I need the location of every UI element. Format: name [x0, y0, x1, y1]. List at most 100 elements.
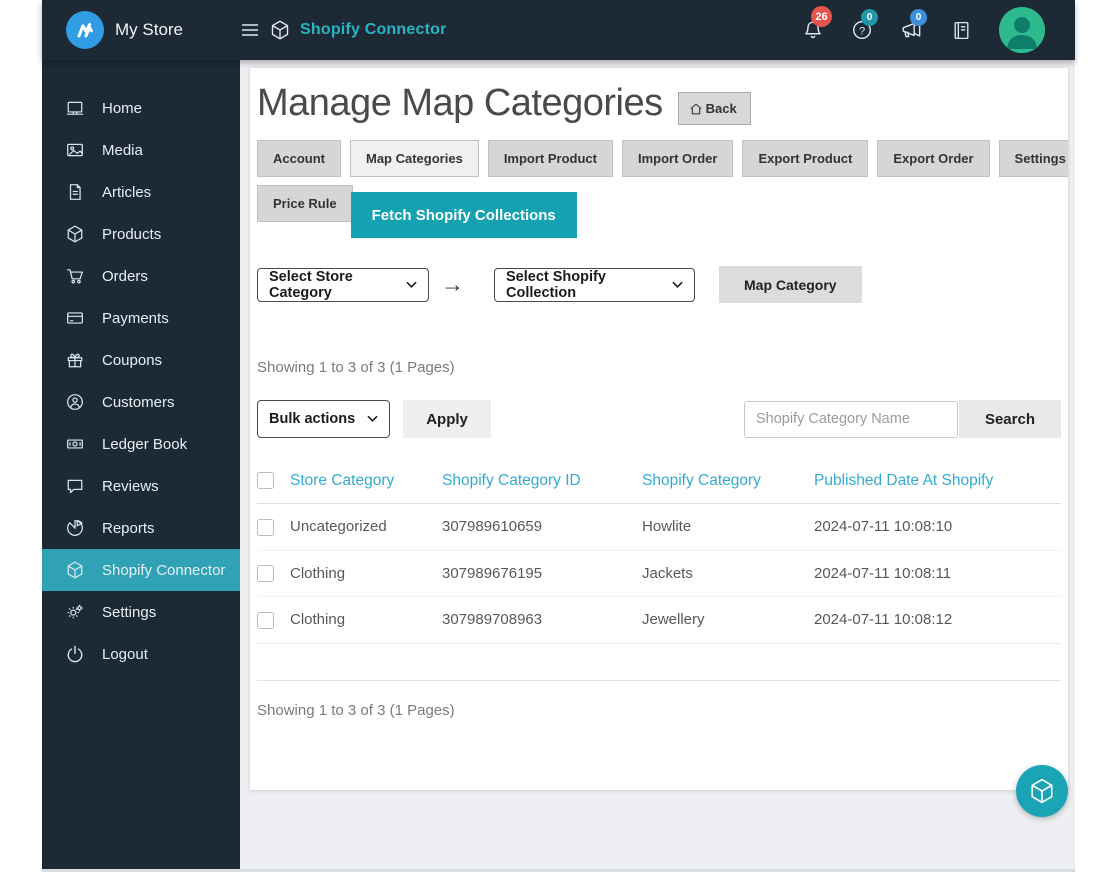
sidebar-item-reports[interactable]: Reports: [42, 507, 240, 549]
sidebar-item-customers[interactable]: Customers: [42, 381, 240, 423]
fetch-shopify-collections-button[interactable]: Fetch Shopify Collections: [350, 192, 577, 238]
cube-icon: [66, 225, 85, 243]
gift-icon: [66, 351, 85, 369]
cell-store-category: Uncategorized: [290, 503, 442, 551]
tab-export-product[interactable]: Export Product: [742, 140, 869, 177]
sidebar-item-shopify-connector[interactable]: Shopify Connector: [42, 549, 240, 591]
main-area: Manage Map Categories Back Account Map C…: [240, 60, 1075, 869]
cube-icon: [270, 20, 290, 40]
content-panel: Manage Map Categories Back Account Map C…: [250, 68, 1068, 790]
cell-shopify-category-id: 307989708963: [442, 596, 642, 644]
results-summary-top: Showing 1 to 3 of 3 (1 Pages): [257, 359, 455, 376]
search-button[interactable]: Search: [958, 400, 1061, 438]
header-actions: 26 ? 0 0: [802, 6, 1075, 53]
back-button[interactable]: Back: [677, 92, 751, 125]
select-all-checkbox[interactable]: [257, 472, 274, 490]
search-input[interactable]: [743, 400, 958, 438]
chevron-down-icon: [672, 281, 683, 289]
column-shopify-category[interactable]: Shopify Category: [642, 468, 814, 504]
apply-button[interactable]: Apply: [403, 400, 491, 438]
sidebar-item-articles[interactable]: Articles: [42, 171, 240, 213]
tab-import-order[interactable]: Import Order: [621, 140, 734, 177]
tab-bar-row-1: Account Map Categories Import Product Im…: [257, 140, 1068, 177]
row-checkbox[interactable]: [257, 565, 274, 583]
module-title: Shopify Connector: [240, 20, 447, 40]
gears-icon: [66, 603, 85, 621]
row-checkbox[interactable]: [257, 611, 274, 629]
sidebar-item-products[interactable]: Products: [42, 213, 240, 255]
column-published-date[interactable]: Published Date At Shopify: [814, 468, 1061, 504]
map-arrow-icon: →: [441, 271, 464, 297]
user-avatar[interactable]: [999, 7, 1045, 53]
results-summary-bottom: Showing 1 to 3 of 3 (1 Pages): [257, 701, 455, 719]
help-icon[interactable]: ? 0: [851, 9, 878, 41]
cube-icon: [1031, 778, 1053, 804]
tab-export-order[interactable]: Export Order: [877, 140, 990, 177]
svg-text:?: ?: [859, 25, 865, 37]
sidebar-item-settings[interactable]: Settings: [42, 591, 240, 633]
table-row: Clothing 307989676195 Jackets 2024-07-11…: [257, 550, 1061, 598]
media-icon: [66, 141, 85, 159]
store-category-select[interactable]: Select Store Category: [257, 267, 429, 302]
user-icon: [66, 393, 85, 411]
cart-icon: [66, 267, 85, 285]
sidebar-item-ledger-book[interactable]: Ledger Book: [42, 423, 240, 465]
cell-shopify-category: Jackets: [642, 550, 814, 598]
back-button-label: Back: [705, 101, 737, 116]
power-icon: [66, 645, 85, 663]
module-title-text: Shopify Connector: [300, 21, 447, 38]
sidebar-item-label: Settings: [102, 603, 157, 621]
sidebar-item-home[interactable]: Home: [42, 87, 240, 129]
cell-store-category: Clothing: [290, 596, 442, 644]
chevron-down-icon: [406, 281, 417, 289]
sidebar-item-label: Home: [102, 99, 143, 117]
sidebar-item-label: Shopify Connector: [102, 561, 226, 579]
store-brand-link[interactable]: My Store: [42, 11, 240, 49]
sidebar-item-reviews[interactable]: Reviews: [42, 465, 240, 507]
cell-shopify-category-id: 307989610659: [442, 503, 642, 551]
megaphone-icon[interactable]: 0: [900, 9, 927, 41]
bulk-actions-select[interactable]: Bulk actions: [257, 400, 391, 438]
tab-settings[interactable]: Settings: [998, 140, 1068, 177]
home-icon: [689, 103, 702, 114]
map-category-button[interactable]: Map Category: [719, 266, 862, 303]
money-icon: [66, 435, 85, 453]
row-checkbox[interactable]: [257, 518, 274, 536]
home-icon: [66, 99, 85, 117]
shopify-collection-select[interactable]: Select Shopify Collection: [494, 267, 695, 302]
comment-icon: [66, 477, 85, 495]
table-row: Clothing 307989708963 Jewellery 2024-07-…: [257, 596, 1061, 644]
tab-map-categories[interactable]: Map Categories: [350, 140, 479, 177]
bell-icon[interactable]: 26: [802, 6, 832, 41]
megaphone-badge: 0: [910, 9, 927, 26]
tab-import-product[interactable]: Import Product: [487, 140, 613, 177]
sidebar-item-label: Coupons: [102, 351, 163, 369]
article-icon: [66, 183, 85, 201]
sidebar-item-label: Customers: [102, 393, 175, 411]
sidebar-item-label: Logout: [102, 645, 148, 663]
sidebar-item-payments[interactable]: Payments: [42, 297, 240, 339]
app-window: My Store Shopify Connector 26 ? 0 0 Home…: [42, 0, 1075, 872]
store-name: My Store: [115, 20, 184, 39]
sidebar-item-label: Reports: [102, 519, 155, 537]
tab-account[interactable]: Account: [257, 140, 341, 177]
categories-table: Store Category Shopify Category ID Shopi…: [257, 468, 1061, 644]
sidebar-item-coupons[interactable]: Coupons: [42, 339, 240, 381]
sidebar-item-logout[interactable]: Logout: [42, 633, 240, 675]
sidebar-item-label: Media: [102, 141, 143, 159]
sidebar-item-orders[interactable]: Orders: [42, 255, 240, 297]
sidebar-item-media[interactable]: Media: [42, 129, 240, 171]
footer-divider: [257, 679, 1061, 681]
column-shopify-category-id[interactable]: Shopify Category ID: [442, 468, 642, 504]
cell-published-date: 2024-07-11 10:08:10: [814, 503, 1061, 551]
notebook-icon[interactable]: [951, 20, 972, 41]
table-header-row: Store Category Shopify Category ID Shopi…: [257, 468, 1061, 504]
cell-published-date: 2024-07-11 10:08:12: [814, 596, 1061, 644]
column-store-category[interactable]: Store Category: [290, 468, 442, 504]
tab-price-rule[interactable]: Price Rule: [257, 185, 353, 222]
shopify-connector-fab[interactable]: [1016, 765, 1068, 817]
hamburger-icon[interactable]: [240, 20, 260, 40]
page-title: Manage Map Categories: [257, 82, 663, 124]
bell-badge: 26: [811, 6, 832, 27]
bulk-actions-select-value: Bulk actions: [269, 411, 356, 427]
